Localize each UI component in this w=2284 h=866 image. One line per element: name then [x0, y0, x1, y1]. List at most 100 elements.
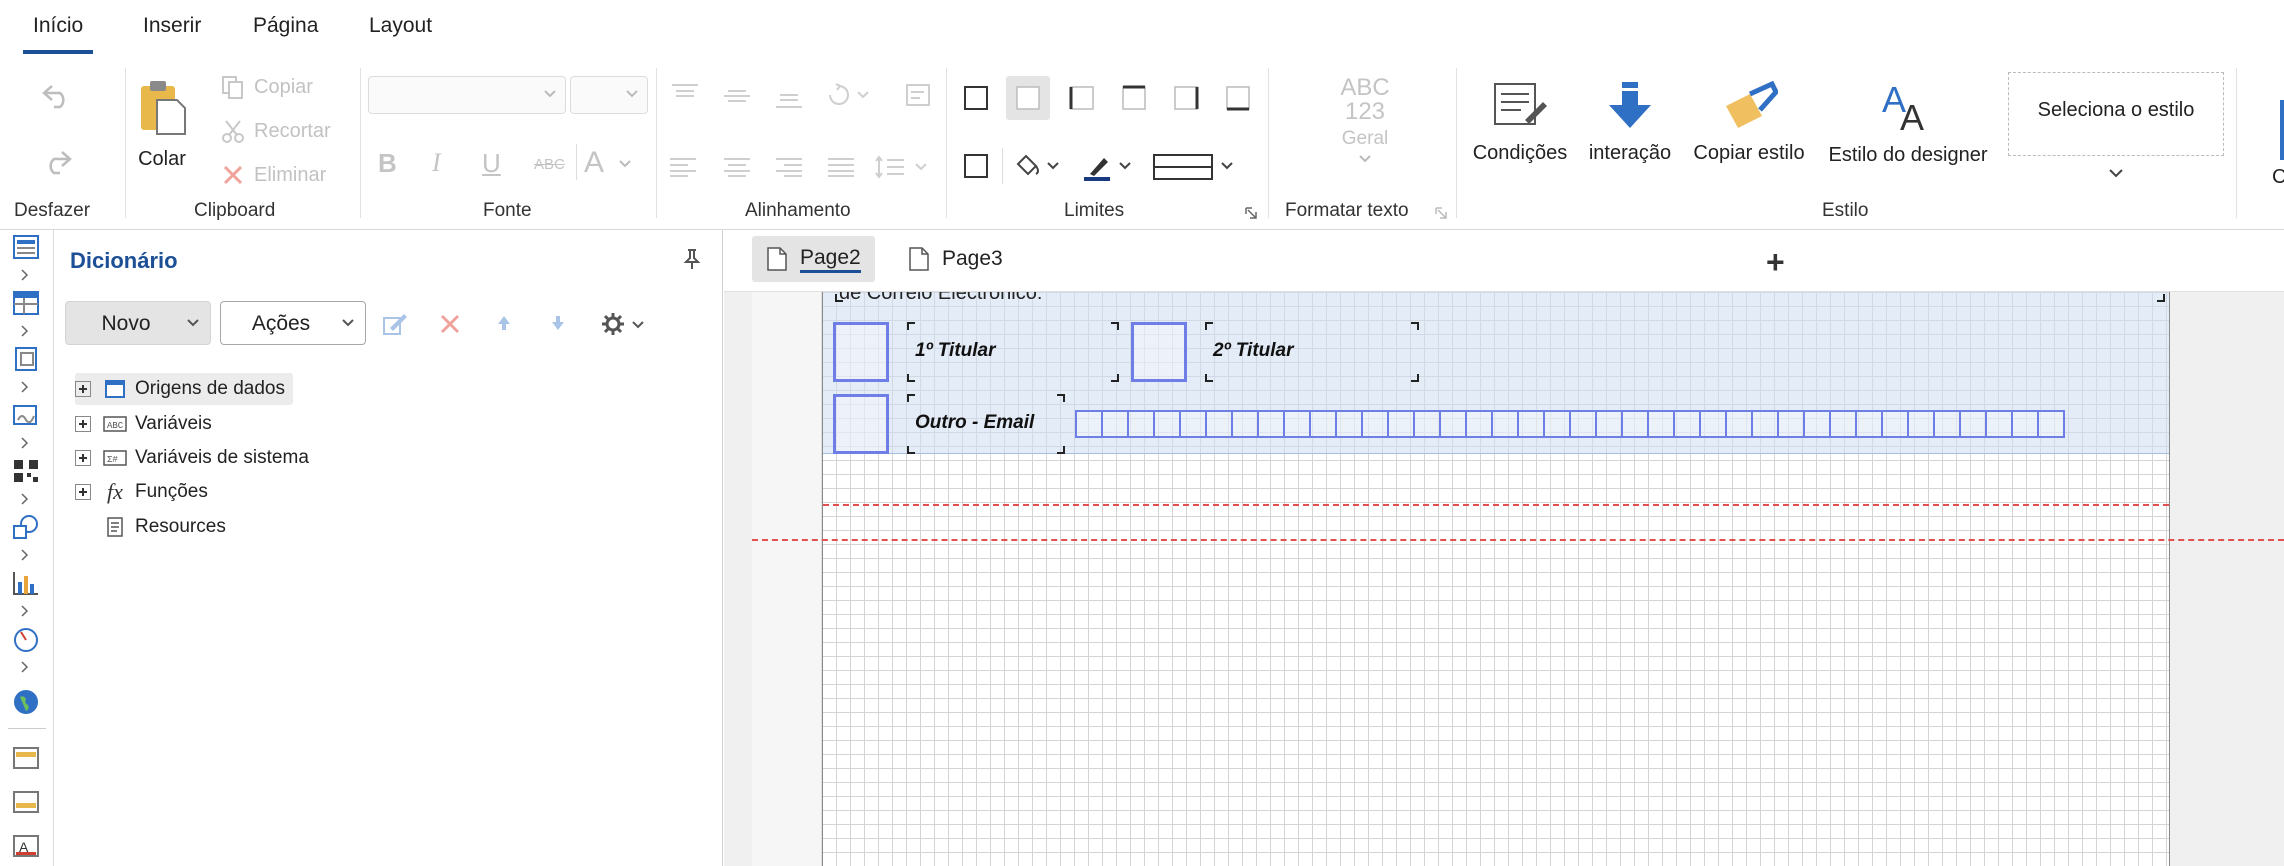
- text-component-icon[interactable]: A: [12, 834, 40, 863]
- new-button[interactable]: Novo: [65, 301, 211, 345]
- email-cell[interactable]: [1205, 410, 1233, 438]
- chart-icon[interactable]: [12, 570, 40, 601]
- design-canvas[interactable]: de Correio Electrónico: 1º Titular 2º Ti…: [724, 292, 2284, 866]
- email-cell[interactable]: [1855, 410, 1883, 438]
- font-family-combo[interactable]: [368, 76, 566, 114]
- gauge-icon[interactable]: [12, 626, 40, 657]
- border-left-icon[interactable]: [1068, 84, 1096, 117]
- page-header-band-icon[interactable]: [12, 746, 40, 775]
- label-2-titular[interactable]: 2º Titular: [1205, 322, 1419, 382]
- conditions-button[interactable]: Condições: [1468, 80, 1572, 165]
- pin-icon[interactable]: [683, 248, 701, 275]
- menu-tab-pagina[interactable]: Página: [253, 14, 318, 38]
- label-1-titular[interactable]: 1º Titular: [907, 322, 1119, 382]
- email-cell[interactable]: [1439, 410, 1467, 438]
- email-cell[interactable]: [1673, 410, 1701, 438]
- data-band[interactable]: de Correio Electrónico: 1º Titular 2º Ti…: [823, 292, 2169, 454]
- bold-icon[interactable]: B: [378, 148, 397, 179]
- email-cell[interactable]: [1829, 410, 1857, 438]
- email-cell[interactable]: [2037, 410, 2065, 438]
- font-size-combo[interactable]: [570, 76, 648, 114]
- email-cell[interactable]: [1153, 410, 1181, 438]
- format-text-button[interactable]: ABC 123 Geral: [1330, 76, 1400, 169]
- tree-item-functions[interactable]: fx Funções: [75, 476, 208, 508]
- redo-icon[interactable]: [40, 146, 74, 181]
- email-cell[interactable]: [1075, 410, 1103, 438]
- email-cell[interactable]: [1907, 410, 1935, 438]
- email-cell[interactable]: [1569, 410, 1597, 438]
- undo-icon[interactable]: [40, 80, 74, 115]
- shapes-icon[interactable]: [12, 514, 40, 545]
- email-cell[interactable]: [1725, 410, 1753, 438]
- email-cell[interactable]: [1543, 410, 1571, 438]
- align-bottom-icon[interactable]: [774, 90, 804, 115]
- tab-page3[interactable]: Page3: [894, 236, 1017, 282]
- gear-icon[interactable]: [601, 312, 647, 341]
- add-page-button[interactable]: +: [1766, 244, 1785, 281]
- align-middle-icon[interactable]: [722, 86, 752, 111]
- menu-tab-inicio[interactable]: Início: [22, 14, 94, 54]
- border-none-button[interactable]: [1006, 76, 1050, 120]
- align-left-icon[interactable]: [668, 156, 698, 183]
- email-cell[interactable]: [1595, 410, 1623, 438]
- email-cell[interactable]: [1231, 410, 1259, 438]
- expand-icon[interactable]: [75, 416, 91, 432]
- tree-item-datasources[interactable]: Origens de dados: [75, 373, 293, 405]
- label-outro-email[interactable]: Outro - Email: [907, 394, 1065, 454]
- border-top-icon[interactable]: [1120, 84, 1148, 117]
- email-cell[interactable]: [1491, 410, 1519, 438]
- actions-button[interactable]: Ações: [220, 301, 366, 345]
- email-cell[interactable]: [1647, 410, 1675, 438]
- move-up-icon[interactable]: [494, 312, 514, 339]
- justify-icon[interactable]: [826, 156, 856, 183]
- expand-icon[interactable]: [75, 450, 91, 466]
- interaction-button[interactable]: interação: [1586, 80, 1674, 165]
- email-cell[interactable]: [1465, 410, 1493, 438]
- chevron-down-icon[interactable]: [2108, 166, 2124, 184]
- email-cell[interactable]: [1517, 410, 1545, 438]
- delete-button[interactable]: Eliminar: [220, 162, 326, 188]
- align-right-icon[interactable]: [774, 156, 804, 183]
- email-cell[interactable]: [1959, 410, 1987, 438]
- expand-icon[interactable]: [75, 381, 91, 397]
- signature-icon[interactable]: [12, 402, 40, 433]
- border-color-icon[interactable]: [1082, 152, 1136, 187]
- chevron-down-icon[interactable]: [618, 156, 632, 174]
- border-box-icon[interactable]: [962, 152, 990, 185]
- chevron-right-icon[interactable]: [20, 268, 30, 287]
- menu-tab-inserir[interactable]: Inserir: [143, 14, 201, 38]
- email-cell[interactable]: [1309, 410, 1337, 438]
- cut-button[interactable]: Recortar: [220, 118, 331, 144]
- cross-band-icon[interactable]: [12, 290, 40, 321]
- email-cell[interactable]: [1361, 410, 1389, 438]
- email-cell[interactable]: [1751, 410, 1779, 438]
- email-cell[interactable]: [1101, 410, 1129, 438]
- align-center-icon[interactable]: [722, 156, 752, 183]
- chevron-right-icon[interactable]: [20, 492, 30, 511]
- tree-item-resources[interactable]: Resources: [75, 511, 226, 543]
- edit-icon[interactable]: [382, 312, 408, 341]
- components-icon[interactable]: [12, 346, 40, 377]
- delete-icon[interactable]: [438, 312, 462, 341]
- qr-code-icon[interactable]: [12, 458, 40, 489]
- word-wrap-icon[interactable]: [904, 82, 932, 113]
- email-cell[interactable]: [1933, 410, 1961, 438]
- checkbox-2-titular[interactable]: [1131, 322, 1187, 382]
- email-cell[interactable]: [1257, 410, 1285, 438]
- font-color-icon[interactable]: A: [584, 146, 604, 180]
- menu-tab-layout[interactable]: Layout: [369, 14, 432, 38]
- email-cell[interactable]: [1179, 410, 1207, 438]
- email-cell[interactable]: [1777, 410, 1805, 438]
- italic-icon[interactable]: I: [432, 148, 441, 178]
- border-right-icon[interactable]: [1172, 84, 1200, 117]
- band-icon[interactable]: [12, 234, 40, 265]
- rotate-text-icon[interactable]: [826, 82, 872, 113]
- map-globe-icon[interactable]: [12, 688, 40, 721]
- underline-icon[interactable]: U: [482, 148, 501, 179]
- tree-item-system-variables[interactable]: Σ# Variáveis de sistema: [75, 442, 309, 474]
- email-cell[interactable]: [1283, 410, 1311, 438]
- fill-color-icon[interactable]: [1012, 152, 1062, 185]
- select-style-box[interactable]: Seleciona o estilo: [2008, 72, 2224, 156]
- border-style-icon[interactable]: [1152, 152, 1238, 187]
- email-cell[interactable]: [1803, 410, 1831, 438]
